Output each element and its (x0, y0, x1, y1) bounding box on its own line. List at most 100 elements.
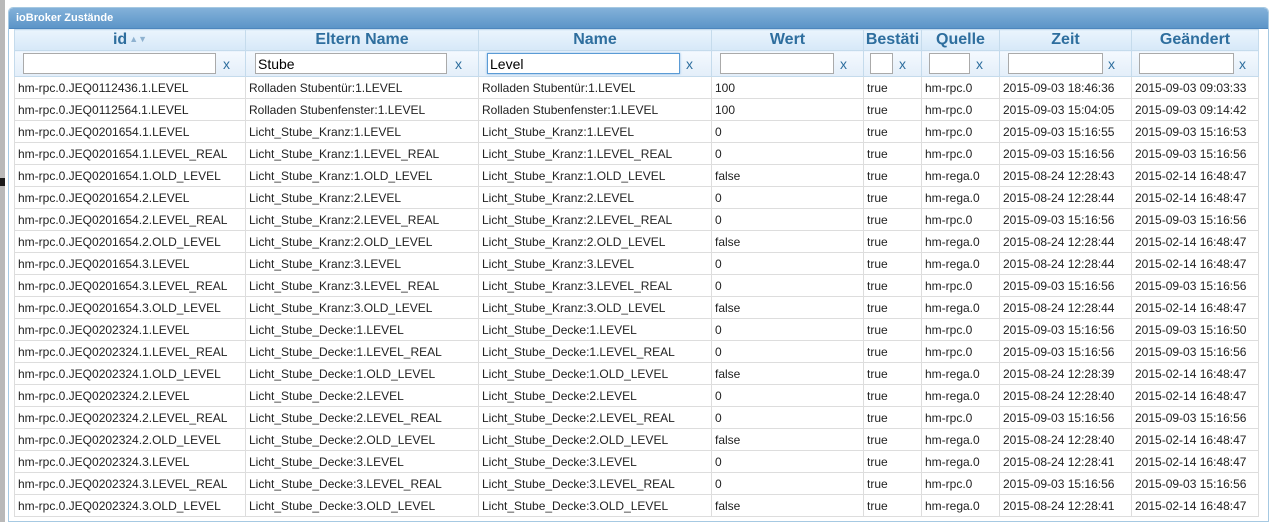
table-row[interactable]: hm-rpc.0.JEQ0112564.1.LEVEL Rolladen Stub… (14, 98, 1259, 121)
clear-filter-source-icon[interactable]: x (976, 56, 983, 72)
cell-changed: 2015-02-14 16:48:47 (1131, 428, 1259, 451)
table-row[interactable]: hm-rpc.0.JEQ0202324.3.OLD_LEVEL Licht_Stu… (14, 494, 1259, 517)
clear-filter-changed-icon[interactable]: x (1239, 56, 1246, 72)
table-row[interactable]: hm-rpc.0.JEQ0202324.3.LEVEL_REAL Licht_St… (14, 472, 1259, 495)
cell-parent-name: Licht_Stube_Decke:3.OLD_LEVEL (245, 494, 479, 517)
table-row[interactable]: hm-rpc.0.JEQ0201654.1.LEVEL_REAL Licht_St… (14, 142, 1259, 165)
cell-parent-name: Licht_Stube_Decke:2.OLD_LEVEL (245, 428, 479, 451)
cell-time: 2015-08-24 12:28:43 (999, 164, 1132, 187)
table-row[interactable]: hm-rpc.0.JEQ0202324.2.LEVEL Licht_Stube_D… (14, 384, 1259, 407)
table-row[interactable]: hm-rpc.0.JEQ0201654.3.LEVEL Licht_Stube_K… (14, 252, 1259, 275)
dialog-title: ioBroker Zustände (16, 12, 114, 24)
clear-filter-name-icon[interactable]: x (686, 56, 693, 72)
column-header-name[interactable]: Name (478, 29, 712, 51)
cell-source: hm-rpc.0 (921, 120, 1000, 143)
cell-parent-name: Licht_Stube_Kranz:1.LEVEL_REAL (245, 142, 479, 165)
cell-parent-name: Licht_Stube_Kranz:2.LEVEL_REAL (245, 208, 479, 231)
cell-name: Licht_Stube_Decke:3.LEVEL_REAL (478, 472, 712, 495)
cell-parent-name: Licht_Stube_Decke:3.LEVEL_REAL (245, 472, 479, 495)
cell-acknowledged: true (863, 472, 922, 495)
cell-value: 0 (711, 472, 864, 495)
cell-changed: 2015-09-03 15:16:56 (1131, 472, 1259, 495)
clear-filter-value-icon[interactable]: x (840, 56, 847, 72)
cell-source: hm-rega.0 (921, 230, 1000, 253)
header-row: id ▲▼ Eltern Name Name Wert Bestäti Quell… (14, 29, 1259, 51)
cell-acknowledged: true (863, 230, 922, 253)
table-row[interactable]: hm-rpc.0.JEQ0201654.3.LEVEL_REAL Licht_St… (14, 274, 1259, 297)
table-row[interactable]: hm-rpc.0.JEQ0201654.2.OLD_LEVEL Licht_Stu… (14, 230, 1259, 253)
cell-id: hm-rpc.0.JEQ0202324.3.LEVEL_REAL (14, 472, 246, 495)
sort-icon[interactable]: ▲▼ (129, 34, 147, 44)
clear-filter-id-icon[interactable]: x (223, 56, 230, 72)
table-row[interactable]: hm-rpc.0.JEQ0112436.1.LEVEL Rolladen Stub… (14, 76, 1259, 99)
cell-changed: 2015-09-03 15:16:56 (1131, 208, 1259, 231)
filter-input-value[interactable] (720, 53, 834, 74)
cell-acknowledged: true (863, 98, 922, 121)
grid-body: hm-rpc.0.JEQ0112436.1.LEVEL Rolladen Stub… (14, 76, 1259, 517)
clear-filter-time-icon[interactable]: x (1108, 56, 1115, 72)
table-row[interactable]: hm-rpc.0.JEQ0202324.2.OLD_LEVEL Licht_Stu… (14, 428, 1259, 451)
cell-time: 2015-09-03 15:16:56 (999, 274, 1132, 297)
cell-source: hm-rpc.0 (921, 472, 1000, 495)
cell-changed: 2015-02-14 16:48:47 (1131, 252, 1259, 275)
cell-source: hm-rpc.0 (921, 208, 1000, 231)
filter-input-acknowledged[interactable] (870, 53, 893, 74)
cell-time: 2015-09-03 15:16:56 (999, 208, 1132, 231)
cell-acknowledged: true (863, 76, 922, 99)
column-header-acknowledged[interactable]: Bestäti (863, 29, 922, 51)
cell-parent-name: Licht_Stube_Kranz:3.OLD_LEVEL (245, 296, 479, 319)
cell-source: hm-rega.0 (921, 384, 1000, 407)
column-header-changed[interactable]: Geändert (1131, 29, 1259, 51)
table-row[interactable]: hm-rpc.0.JEQ0202324.1.LEVEL_REAL Licht_St… (14, 340, 1259, 363)
cell-time: 2015-09-03 15:16:55 (999, 120, 1132, 143)
table-row[interactable]: hm-rpc.0.JEQ0202324.2.LEVEL_REAL Licht_St… (14, 406, 1259, 429)
cell-acknowledged: true (863, 318, 922, 341)
filter-cell-time: x (999, 50, 1132, 77)
filter-input-id[interactable] (23, 53, 216, 74)
cell-name: Licht_Stube_Kranz:1.OLD_LEVEL (478, 164, 712, 187)
filter-input-parent-name[interactable] (255, 53, 447, 74)
column-header-time[interactable]: Zeit (999, 29, 1132, 51)
table-row[interactable]: hm-rpc.0.JEQ0201654.3.OLD_LEVEL Licht_Stu… (14, 296, 1259, 319)
cell-value: false (711, 164, 864, 187)
cell-id: hm-rpc.0.JEQ0202324.3.OLD_LEVEL (14, 494, 246, 517)
filter-input-name[interactable] (487, 53, 680, 74)
filter-input-source[interactable] (929, 53, 970, 74)
filter-cell-name: x (478, 50, 712, 77)
table-row[interactable]: hm-rpc.0.JEQ0202324.1.OLD_LEVEL Licht_Stu… (14, 362, 1259, 385)
cell-name: Licht_Stube_Kranz:3.LEVEL (478, 252, 712, 275)
table-row[interactable]: hm-rpc.0.JEQ0201654.1.LEVEL Licht_Stube_K… (14, 120, 1259, 143)
table-row[interactable]: hm-rpc.0.JEQ0201654.1.OLD_LEVEL Licht_Stu… (14, 164, 1259, 187)
column-header-parent-name[interactable]: Eltern Name (245, 29, 479, 51)
column-header-source[interactable]: Quelle (921, 29, 1000, 51)
cell-name: Licht_Stube_Decke:3.LEVEL (478, 450, 712, 473)
clear-filter-parent-name-icon[interactable]: x (455, 56, 462, 72)
cell-value: false (711, 296, 864, 319)
cell-time: 2015-08-24 12:28:44 (999, 252, 1132, 275)
clear-filter-acknowledged-icon[interactable]: x (899, 56, 906, 72)
column-header-id[interactable]: id ▲▼ (14, 29, 246, 51)
table-row[interactable]: hm-rpc.0.JEQ0202324.3.LEVEL Licht_Stube_D… (14, 450, 1259, 473)
cell-id: hm-rpc.0.JEQ0202324.1.LEVEL_REAL (14, 340, 246, 363)
table-row[interactable]: hm-rpc.0.JEQ0201654.2.LEVEL Licht_Stube_K… (14, 186, 1259, 209)
filter-input-time[interactable] (1008, 53, 1103, 74)
cell-id: hm-rpc.0.JEQ0201654.1.LEVEL_REAL (14, 142, 246, 165)
cell-source: hm-rega.0 (921, 186, 1000, 209)
column-header-value[interactable]: Wert (711, 29, 864, 51)
cell-id: hm-rpc.0.JEQ0202324.3.LEVEL (14, 450, 246, 473)
cell-acknowledged: true (863, 252, 922, 275)
dialog-titlebar[interactable]: ioBroker Zustände (9, 8, 1268, 29)
cell-acknowledged: true (863, 164, 922, 187)
cell-value: 0 (711, 252, 864, 275)
filter-input-changed[interactable] (1139, 53, 1234, 74)
cell-changed: 2015-02-14 16:48:47 (1131, 230, 1259, 253)
cell-changed: 2015-02-14 16:48:47 (1131, 494, 1259, 517)
filter-cell-changed: x (1131, 50, 1259, 77)
filter-row: x x x x x (14, 50, 1259, 77)
cell-value: false (711, 230, 864, 253)
table-row[interactable]: hm-rpc.0.JEQ0201654.2.LEVEL_REAL Licht_St… (14, 208, 1259, 231)
table-row[interactable]: hm-rpc.0.JEQ0202324.1.LEVEL Licht_Stube_D… (14, 318, 1259, 341)
cell-changed: 2015-09-03 09:14:42 (1131, 98, 1259, 121)
cell-acknowledged: true (863, 362, 922, 385)
cell-time: 2015-09-03 15:16:56 (999, 142, 1132, 165)
